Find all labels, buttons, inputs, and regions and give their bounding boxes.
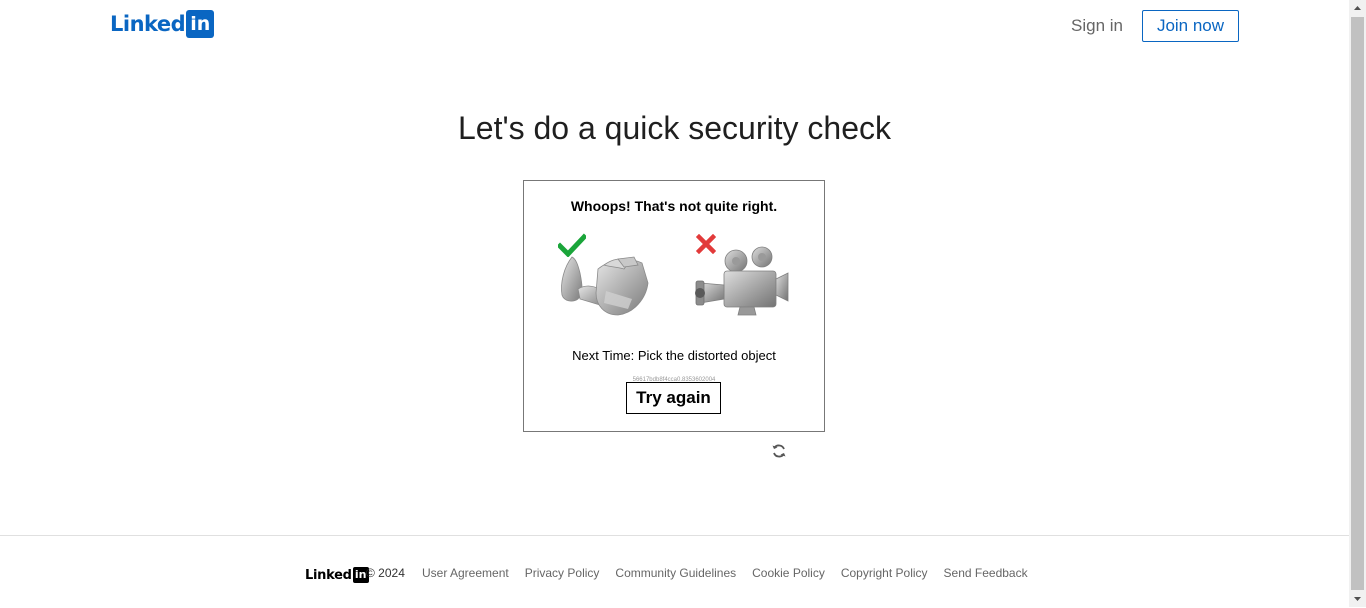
object-image xyxy=(695,246,789,316)
user-agreement-link[interactable]: User Agreement xyxy=(422,566,509,580)
page-title: Let's do a quick security check xyxy=(458,110,891,146)
footer-linkedin-logo: Linked in xyxy=(305,567,369,583)
page: Linked in Sign in Join now Let's do a qu… xyxy=(0,0,1349,607)
copyright: © 2024 xyxy=(366,566,405,580)
challenge-heading: Whoops! That's not quite right. xyxy=(570,198,778,214)
security-challenge-box: Whoops! That's not quite right. Next Tim… xyxy=(523,180,825,432)
footer-logo-text: Linked xyxy=(305,567,352,583)
next-time-instruction: Next Time: Pick the distorted object xyxy=(572,348,776,363)
try-again-button[interactable]: Try again xyxy=(626,382,721,414)
footer: Linked in © 2024 User Agreement Privacy … xyxy=(0,535,1349,608)
copyright-policy-link[interactable]: Copyright Policy xyxy=(841,566,928,580)
sign-in-link[interactable]: Sign in xyxy=(1058,10,1136,42)
privacy-policy-link[interactable]: Privacy Policy xyxy=(525,566,600,580)
send-feedback-link[interactable]: Send Feedback xyxy=(944,566,1028,580)
logo-text: Linked xyxy=(110,12,186,36)
scrollbar-thumb[interactable] xyxy=(1351,17,1364,590)
cross-icon xyxy=(696,234,716,254)
linkedin-logo[interactable]: Linked in xyxy=(110,10,215,38)
scroll-down-arrow-icon[interactable] xyxy=(1349,590,1366,607)
join-now-button[interactable]: Join now xyxy=(1142,10,1239,42)
scroll-up-arrow-icon[interactable] xyxy=(1349,0,1366,17)
refresh-icon[interactable] xyxy=(771,443,787,459)
cookie-policy-link[interactable]: Cookie Policy xyxy=(752,566,825,580)
footer-links: User Agreement Privacy Policy Community … xyxy=(422,566,1028,580)
check-icon xyxy=(558,233,586,257)
community-guidelines-link[interactable]: Community Guidelines xyxy=(615,566,736,580)
vertical-scrollbar[interactable] xyxy=(1349,0,1366,607)
logo-in-box: in xyxy=(186,10,215,38)
